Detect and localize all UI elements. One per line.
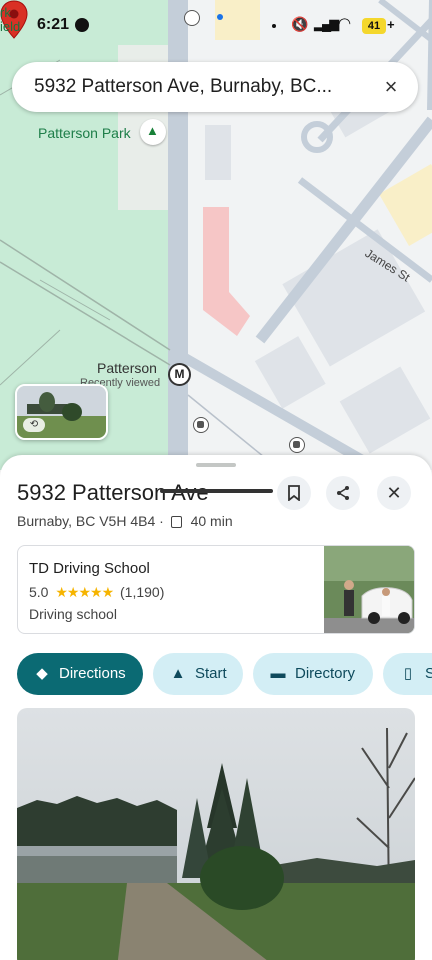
business-card[interactable]: TD Driving School 5.0 ★★★★★ (1,190) Driv… (17, 545, 415, 634)
messenger-icon (75, 18, 89, 32)
business-photo[interactable] (324, 546, 414, 634)
address-line: Burnaby, BC V5H 4B4 · 40 min (17, 513, 233, 529)
share-icon (337, 485, 349, 500)
street-view-photo[interactable] (17, 708, 415, 960)
metro-station-icon[interactable]: M (168, 363, 191, 386)
more-notifications-icon (272, 24, 276, 28)
home-gesture-bar[interactable] (160, 489, 273, 493)
search-bar[interactable]: 5932 Patterson Ave, Burnaby, BC... × (12, 62, 418, 112)
directory-button[interactable]: ▬ Directory (253, 653, 373, 695)
directions-label: Directions (59, 665, 126, 682)
business-rating: 5.0 ★★★★★ (1,190) (29, 584, 164, 601)
mute-icon: 🔇 (291, 16, 309, 32)
start-button[interactable]: ▲ Start (153, 653, 243, 695)
street-view-thumbnail[interactable]: ⟲ (15, 384, 108, 440)
signal-icon: ▂▄▆ (314, 16, 339, 31)
notification-dot-icon (217, 14, 223, 20)
park-label[interactable]: Patterson Park (38, 125, 131, 141)
charging-plus: + (387, 17, 395, 32)
directions-diamond-icon: ◆ (36, 665, 48, 682)
clear-search-icon[interactable]: × (374, 70, 408, 104)
transit-icon (170, 516, 182, 528)
transit-time: 40 min (190, 513, 233, 529)
rotate-360-icon: ⟲ (23, 418, 45, 432)
directory-label: Directory (295, 665, 356, 682)
place-sheet[interactable]: 5932 Patterson Ave ✕ Burnaby, BC V5H 4B4… (0, 455, 432, 960)
search-query[interactable]: 5932 Patterson Ave, Burnaby, BC... (34, 76, 332, 98)
bus-stop-icon[interactable] (193, 417, 209, 433)
business-name: TD Driving School (29, 560, 150, 577)
save-place-button[interactable] (277, 476, 311, 510)
transit-notification-icon (184, 10, 200, 26)
start-label: Start (195, 665, 227, 682)
directions-button[interactable]: ◆ Directions (17, 653, 143, 695)
store-icon: ▬ (270, 665, 286, 682)
map-corner-label: rk ield (0, 5, 21, 34)
sheet-drag-handle[interactable] (196, 463, 236, 467)
place-title: 5932 Patterson Ave (17, 480, 209, 505)
wifi-icon: ◠ (338, 15, 352, 32)
bookmark-icon: ▯ (403, 665, 413, 682)
close-icon: ✕ (386, 483, 402, 503)
navigation-arrow-icon: ▲ (170, 665, 186, 682)
business-category: Driving school (29, 606, 117, 622)
bookmark-icon (288, 484, 300, 502)
share-button[interactable] (326, 476, 360, 510)
close-sheet-button[interactable]: ✕ (377, 476, 411, 510)
station-label[interactable]: Patterson (97, 360, 157, 376)
street-view-image (17, 708, 415, 960)
status-time: 6:21 (37, 16, 70, 33)
tree-icon[interactable] (140, 119, 166, 145)
star-rating-icon: ★★★★★ (55, 584, 114, 600)
save-label: Sa (425, 665, 432, 682)
battery-icon: 41 (362, 18, 386, 34)
save-button[interactable]: ▯ Sa (383, 653, 432, 695)
review-count: (1,190) (120, 584, 165, 600)
status-bar: rk ield 6:21 🔇 ▂▄▆ ◠ 41 + (0, 0, 432, 52)
rating-value: 5.0 (29, 584, 49, 600)
bus-stop-icon[interactable] (289, 437, 305, 453)
address-text: Burnaby, BC V5H 4B4 · (17, 513, 164, 529)
